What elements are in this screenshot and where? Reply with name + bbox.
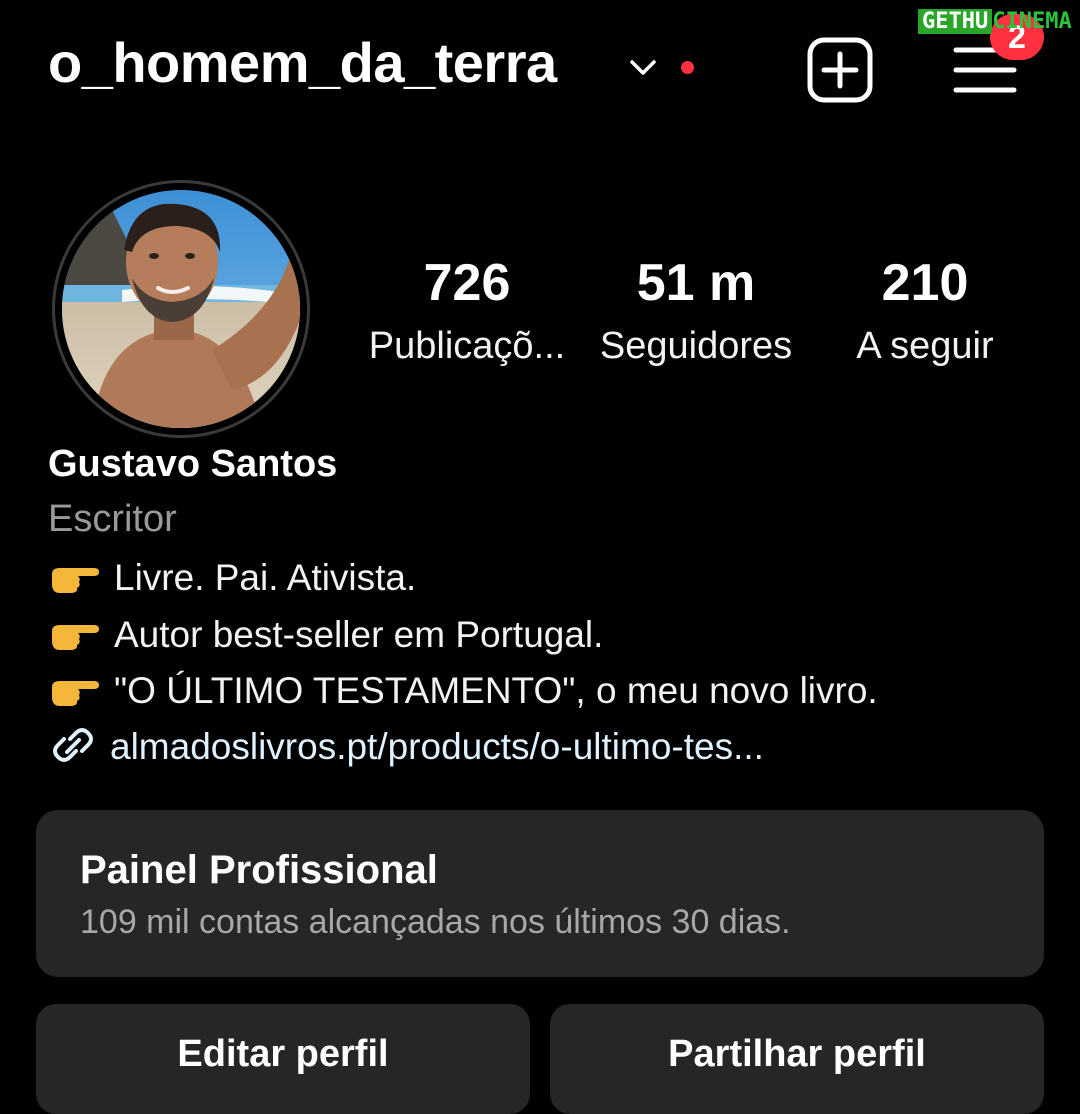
stat-followers-value: 51 m bbox=[636, 254, 756, 312]
watermark: GETHU CINEMA bbox=[918, 6, 1072, 38]
pointing-hand-icon bbox=[52, 625, 99, 650]
chevron-down-icon[interactable] bbox=[626, 52, 660, 82]
edit-profile-button[interactable]: Editar perfil bbox=[36, 1004, 530, 1114]
stat-following-value: 210 bbox=[881, 254, 969, 312]
professional-dashboard-card[interactable] bbox=[36, 810, 1044, 977]
stat-followers-label: Seguidores bbox=[599, 325, 793, 367]
add-square-icon[interactable] bbox=[806, 36, 874, 104]
stat-posts[interactable]: 726 Publicaçõ... bbox=[347, 250, 587, 376]
account-notification-dot bbox=[681, 61, 694, 74]
bio-line-text: Autor best-seller em Portugal. bbox=[114, 614, 604, 655]
bio-line: Autor best-seller em Portugal. bbox=[48, 614, 603, 656]
dashboard-subtitle: 109 mil contas alcançadas nos últimos 30… bbox=[80, 903, 791, 941]
avatar-photo bbox=[62, 190, 300, 428]
bio-line-text: Livre. Pai. Ativista. bbox=[114, 557, 417, 598]
watermark-right: CINEMA bbox=[992, 9, 1072, 34]
link-icon bbox=[53, 728, 93, 762]
stat-following[interactable]: 210 A seguir bbox=[805, 250, 1045, 376]
stat-posts-value: 726 bbox=[423, 254, 511, 312]
bio-line: "O ÚLTIMO TESTAMENTO", o meu novo livro. bbox=[48, 670, 878, 712]
bio-line-text: "O ÚLTIMO TESTAMENTO", o meu novo livro. bbox=[114, 670, 878, 711]
pointing-hand-icon bbox=[52, 568, 99, 593]
dashboard-title: Painel Profissional bbox=[80, 848, 438, 892]
watermark-left: GETHU bbox=[918, 9, 993, 34]
bio-line: Livre. Pai. Ativista. bbox=[48, 557, 416, 599]
stat-following-label: A seguir bbox=[856, 325, 994, 367]
share-profile-button[interactable]: Partilhar perfil bbox=[550, 1004, 1044, 1114]
stat-posts-label: Publicaçõ... bbox=[368, 325, 566, 367]
pointing-hand-icon bbox=[52, 681, 99, 706]
stat-followers[interactable]: 51 m Seguidores bbox=[576, 250, 816, 376]
profile-link[interactable]: almadoslivros.pt/products/o-ultimo-tes..… bbox=[48, 725, 764, 768]
avatar[interactable] bbox=[62, 190, 300, 428]
profile-username[interactable]: o_homem_da_terra bbox=[48, 30, 557, 95]
profile-name: Gustavo Santos bbox=[48, 443, 338, 485]
profile-category: Escritor bbox=[48, 498, 177, 540]
profile-link-text: almadoslivros.pt/products/o-ultimo-tes..… bbox=[110, 726, 764, 767]
